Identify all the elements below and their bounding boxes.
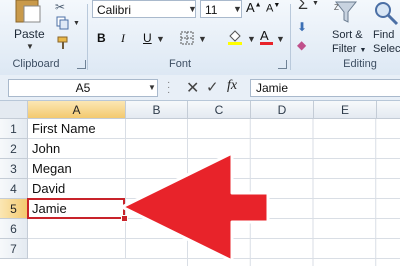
paste-dropdown-icon[interactable]: ▼ (26, 42, 34, 51)
cell-a2[interactable]: John (28, 139, 126, 159)
fill-color-dropdown-icon[interactable]: ▼ (247, 34, 256, 44)
font-name-combo[interactable]: Calibri (92, 0, 196, 18)
cut-icon[interactable]: ✂ (55, 0, 65, 14)
paste-button[interactable]: Paste (14, 27, 45, 41)
font-color-swatch (260, 42, 273, 45)
font-dialog-launcher[interactable] (278, 60, 287, 69)
ribbon-separator (290, 4, 291, 70)
column-header-c[interactable]: C (188, 101, 251, 119)
find-select-icon[interactable] (373, 0, 399, 26)
clipboard-dialog-launcher[interactable] (77, 60, 86, 69)
cell-a4[interactable]: David (28, 179, 126, 199)
cell-a3[interactable]: Megan (28, 159, 126, 179)
row-header-5[interactable]: 5 (0, 199, 28, 219)
find-select-button[interactable]: Find Selec (373, 28, 400, 56)
bold-button[interactable]: B (97, 30, 106, 46)
name-box[interactable]: A5 (8, 79, 158, 97)
cell-a7[interactable] (28, 239, 126, 259)
column-header-f[interactable] (377, 101, 400, 119)
copy-icon[interactable] (56, 16, 69, 30)
copy-dropdown-icon[interactable]: ▼ (73, 20, 80, 27)
fill-handle[interactable] (121, 215, 128, 222)
sort-filter-icon[interactable]: Z (334, 0, 360, 26)
row-header-2[interactable]: 2 (0, 139, 28, 159)
borders-dropdown-icon[interactable]: ▼ (198, 34, 207, 44)
underline-dropdown-icon[interactable]: ▼ (156, 34, 165, 44)
underline-button[interactable]: U (143, 30, 152, 46)
empty-cells-area[interactable] (126, 119, 400, 266)
cancel-icon[interactable]: ✕ (186, 78, 199, 98)
row-header-6[interactable]: 6 (0, 219, 28, 239)
autosum-dropdown-icon[interactable]: ▼ (312, 0, 319, 7)
font-color-label: A (260, 28, 269, 43)
font-color-dropdown-icon[interactable]: ▼ (276, 34, 285, 44)
grow-font-label: A (246, 0, 255, 15)
column-header-a[interactable]: A (28, 101, 126, 119)
font-color-button[interactable]: A (260, 27, 274, 47)
ribbon-separator (87, 4, 88, 70)
column-header-d[interactable]: D (251, 101, 314, 119)
selected-cell-border (27, 198, 125, 219)
fill-color-icon[interactable] (227, 28, 243, 46)
grow-font-button[interactable]: A▲ (246, 0, 262, 15)
name-box-dropdown-icon[interactable]: ▼ (148, 83, 156, 92)
svg-text:Z: Z (334, 3, 339, 12)
ribbon: Paste ▼ ✂ ▼ Clipboard Calibri ▼ 11 ▼ A▲ … (0, 0, 400, 76)
font-size-dropdown-icon[interactable]: ▼ (233, 4, 242, 14)
editing-group-label: Editing (343, 58, 377, 70)
select-all-corner[interactable] (0, 101, 28, 119)
cell-a1[interactable]: First Name (28, 119, 126, 139)
formula-bar-grip[interactable]: · · · (167, 78, 170, 98)
fill-icon[interactable]: ⬇ (297, 20, 307, 34)
insert-function-button[interactable]: fx (227, 78, 237, 94)
sort-label: Sort & (332, 29, 363, 41)
paste-icon[interactable] (12, 0, 46, 24)
row-header-1[interactable]: 1 (0, 119, 28, 139)
sort-filter-button[interactable]: Sort & Filter ▼ (332, 28, 366, 58)
worksheet-grid: A B C D E 1 2 3 4 5 6 7 First Name John … (0, 101, 400, 266)
font-group-label: Font (168, 58, 191, 70)
shrink-font-button[interactable]: A▼ (266, 2, 280, 15)
row-header-3[interactable]: 3 (0, 159, 28, 179)
borders-icon[interactable] (180, 31, 194, 45)
cell-a6[interactable] (28, 219, 126, 239)
column-header-e[interactable]: E (314, 101, 377, 119)
italic-button[interactable]: I (121, 30, 125, 46)
find-label: Find (373, 29, 395, 41)
clipboard-group-label: Clipboard (12, 58, 60, 70)
select-label: Selec (373, 43, 400, 55)
formula-input[interactable]: Jamie (250, 79, 400, 97)
format-painter-icon[interactable] (56, 36, 70, 50)
column-header-b[interactable]: B (126, 101, 188, 119)
row-header-4[interactable]: 4 (0, 179, 28, 199)
autosum-icon[interactable]: Σ (298, 0, 308, 14)
enter-icon[interactable]: ✓ (206, 78, 219, 96)
filter-label: Filter ▼ (332, 43, 367, 55)
font-name-dropdown-icon[interactable]: ▼ (188, 4, 197, 14)
row-header-7[interactable]: 7 (0, 239, 28, 259)
clear-icon[interactable]: ◆ (297, 38, 306, 52)
